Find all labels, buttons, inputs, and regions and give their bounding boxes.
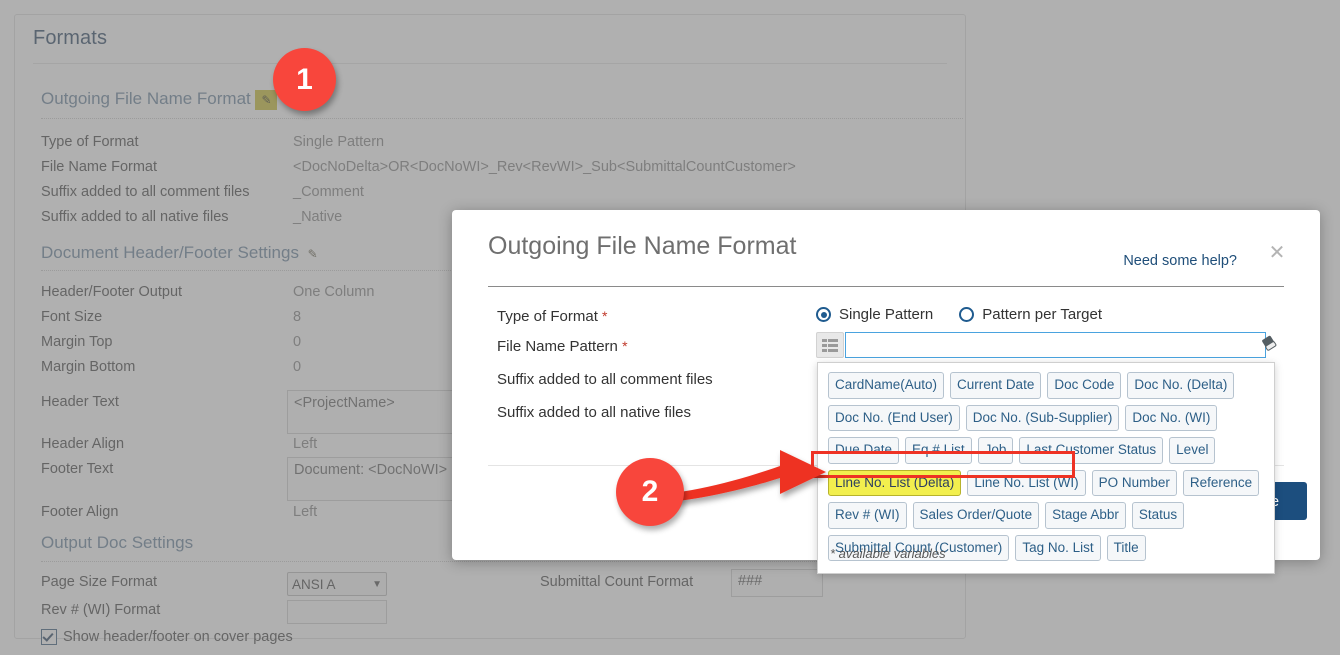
variable-chip[interactable]: Rev # (WI) xyxy=(828,502,907,529)
type-of-format-label: Type of Format * xyxy=(497,308,608,325)
suffix-comment-label: Suffix added to all comment files xyxy=(497,371,713,388)
variable-chip[interactable]: Title xyxy=(1106,534,1146,561)
callout-marker-1: 1 xyxy=(273,48,336,111)
radio-single-pattern[interactable] xyxy=(816,307,831,322)
callout-marker-2: 2 xyxy=(616,458,684,526)
list-grid-icon[interactable] xyxy=(816,332,844,358)
variable-chip[interactable]: Doc No. (WI) xyxy=(1125,404,1218,431)
file-name-pattern-label: File Name Pattern * xyxy=(497,338,628,355)
radio-pattern-per-target[interactable] xyxy=(959,307,975,322)
variable-chip[interactable]: Line No. List (WI) xyxy=(967,469,1086,496)
variable-chip[interactable]: Stage Abbr xyxy=(1045,502,1126,529)
variable-chip-row: Rev # (WI) Sales Order/Quote Stage Abbr Sta… xyxy=(828,502,1264,529)
variable-chip[interactable]: Job xyxy=(977,437,1014,464)
variable-chip[interactable]: Doc No. (End User) xyxy=(828,404,960,431)
variable-chip[interactable]: CardName(Auto) xyxy=(828,372,945,399)
variable-chip-row: Doc No. (End User) Doc No. (Sub-Supplier)… xyxy=(828,404,1264,431)
variable-chip[interactable]: Line No. List (Delta) xyxy=(828,469,962,496)
need-help-link[interactable]: Need some help? xyxy=(1123,253,1237,269)
variable-chip-rows: CardName(Auto) Current Date Doc Code Doc No… xyxy=(828,372,1264,561)
type-of-format-radio-group[interactable]: Single Pattern Pattern per Target xyxy=(816,306,1102,323)
variable-chip[interactable]: Doc No. (Sub-Supplier) xyxy=(965,404,1120,431)
close-icon[interactable]: ✕ xyxy=(1266,242,1288,264)
file-name-pattern-input[interactable] xyxy=(845,332,1266,358)
eraser-icon[interactable] xyxy=(1260,334,1278,354)
variable-chip[interactable]: Doc No. (Delta) xyxy=(1127,372,1235,399)
variable-chip[interactable]: PO Number xyxy=(1091,469,1177,496)
variable-chip-row: Due Date Eq # List Job Last Customer Status… xyxy=(828,437,1264,464)
radio-pattern-per-target-label: Pattern per Target xyxy=(982,306,1103,323)
variable-chip-row: Line No. List (Delta) Line No. List (WI) P… xyxy=(828,469,1264,496)
variable-chip[interactable]: Doc Code xyxy=(1047,372,1122,399)
required-mark: * xyxy=(602,308,608,324)
grid-icon-svg xyxy=(822,338,838,352)
eraser-icon-svg xyxy=(1262,335,1277,351)
available-variables-dropdown: CardName(Auto) Current Date Doc Code Doc No… xyxy=(817,362,1275,574)
variable-chip[interactable]: Eq # List xyxy=(905,437,972,464)
variable-chip[interactable]: Tag No. List xyxy=(1015,534,1101,561)
available-variables-note: * available variables xyxy=(830,546,946,561)
variable-chip[interactable]: Last Customer Status xyxy=(1019,437,1164,464)
variable-chip[interactable]: Level xyxy=(1169,437,1216,464)
variable-chip[interactable]: Due Date xyxy=(828,437,900,464)
variable-chip[interactable]: Reference xyxy=(1182,469,1260,496)
variable-chip-row: CardName(Auto) Current Date Doc Code Doc No… xyxy=(828,372,1264,399)
dialog-title: Outgoing File Name Format xyxy=(488,232,797,260)
suffix-native-label: Suffix added to all native files xyxy=(497,404,692,421)
required-mark: * xyxy=(622,338,628,354)
radio-single-pattern-label: Single Pattern xyxy=(839,306,934,323)
dialog-header-divider xyxy=(488,286,1284,287)
variable-chip[interactable]: Sales Order/Quote xyxy=(912,502,1040,529)
variable-chip[interactable]: Status xyxy=(1131,502,1185,529)
variable-chip[interactable]: Current Date xyxy=(950,372,1042,399)
